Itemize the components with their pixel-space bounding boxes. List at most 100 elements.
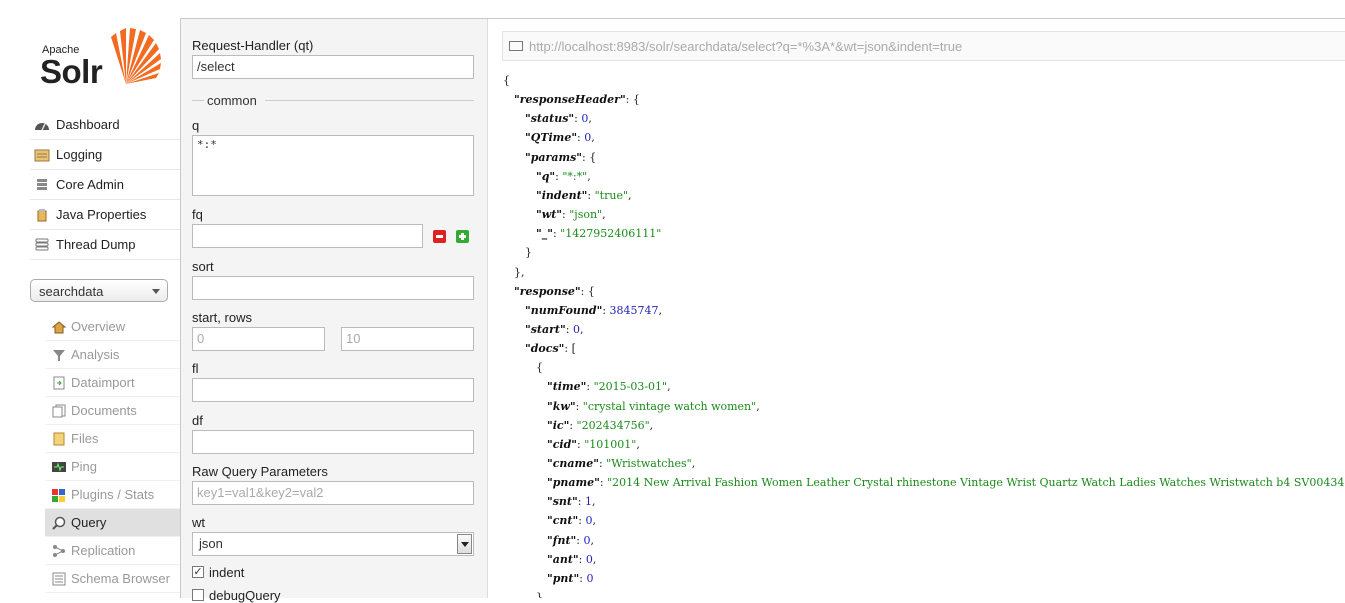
json-punct: { xyxy=(536,361,543,375)
json-line: "wt": "json", xyxy=(536,205,606,224)
solr-logo[interactable]: Apache Solr xyxy=(40,26,170,96)
core-selector[interactable]: searchdata xyxy=(30,279,168,302)
json-punct: : xyxy=(577,495,585,509)
common-legend: common xyxy=(207,93,257,108)
df-input[interactable] xyxy=(192,430,474,454)
json-line: } xyxy=(525,243,532,262)
json-string: "json" xyxy=(569,208,603,222)
wt-select-value: json xyxy=(199,536,223,551)
files-icon xyxy=(53,432,65,445)
core-item-label: Analysis xyxy=(71,347,120,362)
json-line: "start": 0, xyxy=(525,320,583,339)
common-divider-left xyxy=(192,100,204,101)
json-punct: , xyxy=(591,131,595,145)
remove-fq-button[interactable] xyxy=(433,230,446,243)
nav-item-dashboard[interactable]: Dashboard xyxy=(30,110,180,140)
nav-item-thread-dump[interactable]: Thread Dump xyxy=(30,230,180,260)
chevron-down-icon xyxy=(152,289,160,294)
core-item-dataimport[interactable]: Dataimport xyxy=(45,369,180,397)
json-string: "1427952406111" xyxy=(560,227,662,241)
json-key: "pname" xyxy=(547,476,600,490)
core-item-query[interactable]: Query xyxy=(45,509,180,537)
core-item-ping[interactable]: Ping xyxy=(45,453,180,481)
result-url-bar[interactable]: http://localhost:8983/solr/searchdata/se… xyxy=(502,31,1345,61)
indent-label: indent xyxy=(209,565,245,580)
nav-item-java-properties[interactable]: Java Properties xyxy=(30,200,180,230)
start-rows-label: start, rows xyxy=(192,310,252,325)
json-punct: , xyxy=(667,380,671,394)
json-line: "pname": "2014 New Arrival Fashion Women… xyxy=(547,473,1345,492)
json-punct: , xyxy=(579,322,584,336)
nav-item-label: Logging xyxy=(56,147,103,162)
json-punct: : { xyxy=(580,284,595,298)
fl-input[interactable] xyxy=(192,378,474,402)
wt-label: wt xyxy=(192,515,205,530)
json-key: "snt" xyxy=(547,495,578,509)
wt-select[interactable]: json xyxy=(192,532,474,556)
main-nav: Dashboard Logging Core Admin Java Proper… xyxy=(30,110,180,260)
json-punct: : { xyxy=(582,150,597,164)
schema-icon xyxy=(52,572,66,585)
core-item-documents[interactable]: Documents xyxy=(45,397,180,425)
json-line: "kw": "crystal vintage watch women", xyxy=(547,397,760,416)
core-item-replication[interactable]: Replication xyxy=(45,537,180,565)
json-key: "start" xyxy=(525,322,566,336)
json-line: "pnt": 0 xyxy=(547,569,593,588)
fq-input[interactable] xyxy=(192,224,423,248)
core-item-overview[interactable]: Overview xyxy=(45,313,180,341)
sort-input[interactable] xyxy=(192,276,474,300)
json-punct: , xyxy=(756,399,760,413)
raw-params-input[interactable]: key1=val1&key2=val2 xyxy=(192,481,474,505)
json-key: "ic" xyxy=(547,418,570,432)
result-url-link[interactable]: http://localhost:8983/solr/searchdata/se… xyxy=(529,39,962,54)
nav-item-label: Thread Dump xyxy=(56,237,136,252)
nav-item-core-admin[interactable]: Core Admin xyxy=(30,170,180,200)
json-line: "indent": "true", xyxy=(536,186,632,205)
magnifier-icon xyxy=(52,516,66,530)
json-line: "responseHeader": { xyxy=(514,90,640,109)
core-item-label: Replication xyxy=(71,543,136,558)
json-string: "crystal vintage watch women" xyxy=(582,399,757,413)
json-punct: , xyxy=(658,303,663,317)
fq-label: fq xyxy=(192,207,203,222)
qt-input[interactable]: /select xyxy=(192,55,474,79)
core-item-plugins-stats[interactable]: Plugins / Stats xyxy=(45,481,180,509)
json-punct: { xyxy=(503,74,510,87)
wt-dropdown-button[interactable] xyxy=(457,534,472,554)
rows-input[interactable]: 10 xyxy=(341,327,474,351)
add-fq-button[interactable] xyxy=(456,230,469,243)
ping-icon xyxy=(52,461,66,472)
json-key: "response" xyxy=(514,284,581,298)
json-number: 0 xyxy=(585,552,593,566)
core-admin-icon xyxy=(37,178,47,190)
core-item-label: Documents xyxy=(71,403,137,418)
core-item-files[interactable]: Files xyxy=(45,425,180,453)
url-link-icon xyxy=(509,41,523,51)
json-number: 1 xyxy=(584,495,592,509)
nav-item-logging[interactable]: Logging xyxy=(30,140,180,170)
debug-query-checkbox[interactable] xyxy=(192,589,204,601)
core-item-schema-browser[interactable]: Schema Browser xyxy=(45,565,180,593)
json-line: "cname": "Wristwatches", xyxy=(547,454,695,473)
json-punct: , xyxy=(628,188,632,202)
json-line: "cid": "101001", xyxy=(547,435,640,454)
start-input[interactable]: 0 xyxy=(192,327,325,351)
indent-checkbox[interactable]: ✓ xyxy=(192,566,204,578)
sidebar: Apache Solr Dashboard Logging Core Admin… xyxy=(0,0,180,598)
core-item-label: Files xyxy=(71,431,99,446)
json-key: "pnt" xyxy=(547,571,580,585)
core-item-analysis[interactable]: Analysis xyxy=(45,341,180,369)
json-punct: } xyxy=(536,591,543,598)
solr-sun-icon xyxy=(111,28,161,84)
qt-label: Request-Handler (qt) xyxy=(192,38,314,53)
json-number: 0 xyxy=(572,322,580,336)
json-string: "true" xyxy=(594,188,629,202)
json-number: 3845747 xyxy=(609,303,659,317)
json-string: "*:*" xyxy=(562,169,588,183)
core-item-label: Plugins / Stats xyxy=(71,487,155,502)
json-key: "fnt" xyxy=(547,533,577,547)
core-item-label: Overview xyxy=(71,319,126,334)
core-item-label: Ping xyxy=(71,459,98,474)
q-textarea[interactable]: *:* xyxy=(192,135,474,196)
json-key: "wt" xyxy=(536,208,563,222)
